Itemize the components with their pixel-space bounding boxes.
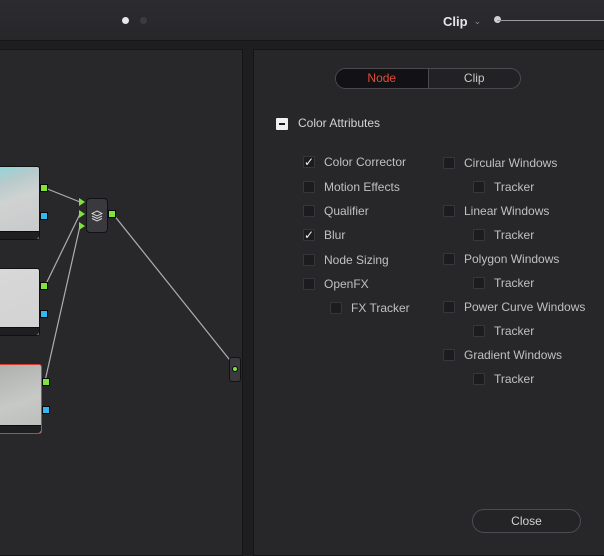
node-2-output-pin[interactable]: [40, 282, 48, 290]
checkbox[interactable]: [443, 301, 455, 313]
node-footer: [0, 231, 39, 239]
option-power-curve-tracker[interactable]: Tracker: [473, 324, 534, 338]
checkbox[interactable]: [473, 325, 485, 337]
node-1[interactable]: [0, 166, 40, 240]
checkbox[interactable]: [473, 229, 485, 241]
option-gradient-tracker[interactable]: Tracker: [473, 372, 534, 386]
checkbox[interactable]: [303, 181, 315, 193]
option-openfx[interactable]: OpenFX: [303, 277, 369, 291]
section-title: Color Attributes: [298, 116, 381, 130]
close-button[interactable]: Close: [472, 509, 581, 533]
node-3-output-pin[interactable]: [42, 378, 50, 386]
option-qualifier[interactable]: Qualifier: [303, 204, 369, 218]
option-node-sizing[interactable]: Node Sizing: [303, 253, 389, 267]
output-pin[interactable]: [232, 366, 238, 372]
checkbox[interactable]: [473, 277, 485, 289]
timeline-output-node[interactable]: [229, 357, 241, 382]
checkbox[interactable]: ✓: [303, 229, 315, 241]
node-footer: [0, 327, 39, 335]
option-power-curve-windows[interactable]: Power Curve Windows: [443, 300, 585, 314]
node-1-key-pin[interactable]: [40, 212, 48, 220]
connection-wire: [44, 187, 81, 203]
option-label: OpenFX: [324, 277, 369, 291]
option-fx-tracker[interactable]: FX Tracker: [330, 301, 410, 315]
node-2-key-pin[interactable]: [40, 310, 48, 318]
option-polygon-windows[interactable]: Polygon Windows: [443, 252, 559, 266]
option-label: Gradient Windows: [464, 348, 563, 362]
checkbox[interactable]: [443, 205, 455, 217]
checkbox[interactable]: [303, 278, 315, 290]
tab-clip[interactable]: Clip: [429, 69, 521, 88]
option-label: Tracker: [494, 276, 535, 290]
layers-icon: [91, 209, 103, 222]
option-motion-effects[interactable]: Motion Effects: [303, 180, 400, 194]
checkbox[interactable]: [303, 205, 315, 217]
option-polygon-tracker[interactable]: Tracker: [473, 276, 534, 290]
node-3-key-pin[interactable]: [42, 406, 50, 414]
option-label: Linear Windows: [464, 204, 550, 218]
checkbox[interactable]: ✓: [303, 156, 315, 168]
option-blur[interactable]: ✓ Blur: [303, 228, 345, 242]
checkmark-icon: ✓: [303, 228, 315, 242]
connection-wire: [112, 213, 234, 365]
option-label: Tracker: [494, 180, 535, 194]
checkbox[interactable]: [473, 181, 485, 193]
option-label: Tracker: [494, 228, 535, 242]
tab-node[interactable]: Node: [336, 69, 429, 88]
layer-mixer-input-pin[interactable]: [79, 198, 85, 206]
layer-mixer-input-pin[interactable]: [79, 222, 85, 230]
checkbox[interactable]: [443, 253, 455, 265]
option-label: Color Corrector: [324, 155, 407, 169]
option-label: Qualifier: [324, 204, 369, 218]
node-footer: [0, 425, 41, 433]
node-2[interactable]: [0, 268, 40, 336]
layer-mixer-node[interactable]: [86, 198, 108, 233]
checkbox[interactable]: [473, 373, 485, 385]
option-label: Tracker: [494, 372, 535, 386]
option-circular-tracker[interactable]: Tracker: [473, 180, 534, 194]
option-label: Power Curve Windows: [464, 300, 586, 314]
option-color-corrector[interactable]: ✓ Color Corrector: [303, 155, 406, 169]
collapse-section-icon[interactable]: [276, 118, 288, 130]
checkbox[interactable]: [443, 157, 455, 169]
option-linear-windows[interactable]: Linear Windows: [443, 204, 549, 218]
option-label: Motion Effects: [324, 180, 400, 194]
checkbox[interactable]: [303, 254, 315, 266]
option-label: Polygon Windows: [464, 252, 560, 266]
option-label: Node Sizing: [324, 253, 389, 267]
layer-mixer-output-pin[interactable]: [108, 210, 116, 218]
option-label: FX Tracker: [351, 301, 410, 315]
mode-segmented-control: Node Clip: [335, 68, 521, 89]
option-label: Blur: [324, 228, 346, 242]
node-3-selected[interactable]: [0, 364, 42, 434]
layer-mixer-input-pin[interactable]: [79, 210, 85, 218]
option-linear-tracker[interactable]: Tracker: [473, 228, 534, 242]
checkbox[interactable]: [443, 349, 455, 361]
node-1-output-pin[interactable]: [40, 184, 48, 192]
option-label: Tracker: [494, 324, 535, 338]
option-circular-windows[interactable]: Circular Windows: [443, 156, 557, 170]
option-gradient-windows[interactable]: Gradient Windows: [443, 348, 562, 362]
checkmark-icon: ✓: [303, 155, 315, 169]
option-label: Circular Windows: [464, 156, 558, 170]
checkbox[interactable]: [330, 302, 342, 314]
